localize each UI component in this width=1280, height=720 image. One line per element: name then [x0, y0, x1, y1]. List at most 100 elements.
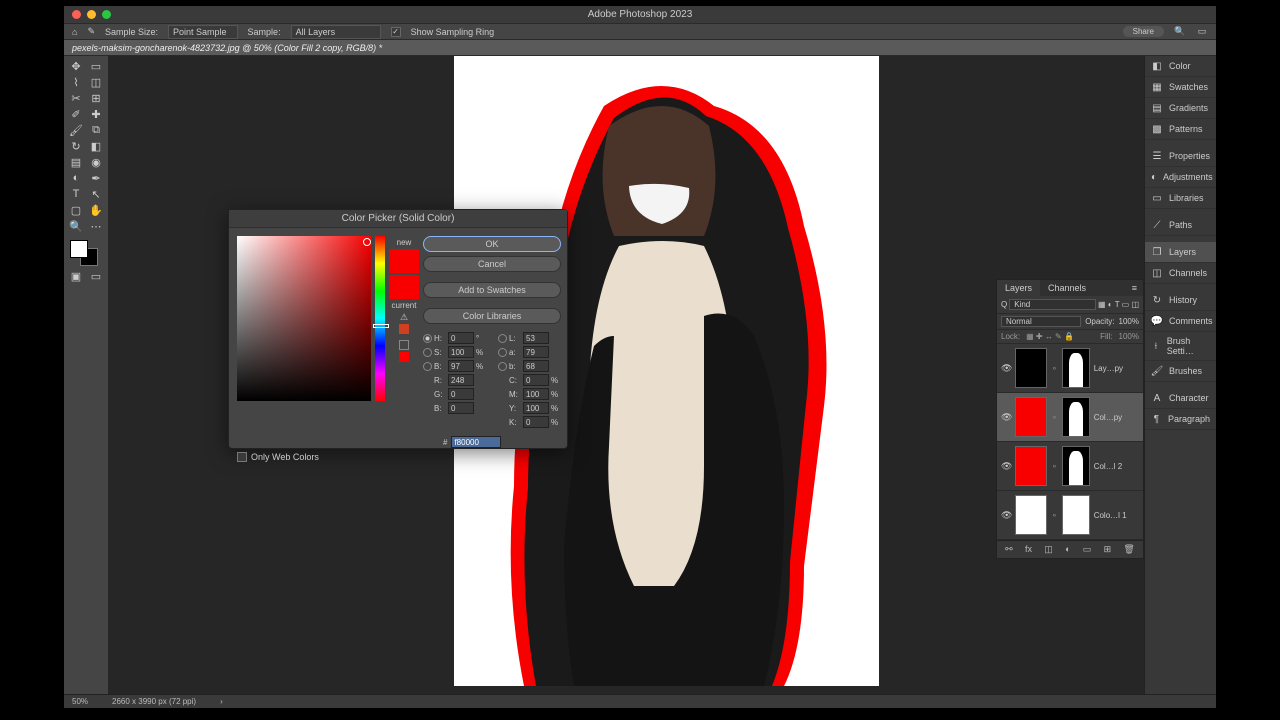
- tab-channels[interactable]: Channels: [1040, 280, 1094, 296]
- filter-kind-dropdown[interactable]: Kind: [1009, 299, 1096, 310]
- selection-tool-icon[interactable]: ◫: [86, 74, 106, 90]
- quickmask-icon[interactable]: ▣: [66, 268, 86, 284]
- visibility-toggle-icon[interactable]: 👁: [1001, 412, 1011, 423]
- dock-libraries[interactable]: ▭Libraries: [1145, 188, 1216, 209]
- eraser-tool-icon[interactable]: ◧: [86, 138, 106, 154]
- color-field[interactable]: [237, 236, 371, 401]
- filter-icons[interactable]: ▦ ◐ T ▭ ◫: [1098, 300, 1139, 309]
- blend-mode-dropdown[interactable]: Normal: [1001, 316, 1081, 327]
- layer-row[interactable]: 👁 ⚬ Colo…l 1: [997, 491, 1143, 540]
- layer-thumbnail[interactable]: [1015, 446, 1047, 486]
- k-input[interactable]: [523, 416, 549, 428]
- bv-input[interactable]: [448, 360, 474, 372]
- screenmode-icon[interactable]: ▭: [86, 268, 106, 284]
- color-field-cursor[interactable]: [363, 238, 371, 246]
- layer-mask-thumbnail[interactable]: [1062, 397, 1090, 437]
- eyedropper-tool-icon[interactable]: ✐: [66, 106, 86, 122]
- gamut-warning-icon[interactable]: ⚠: [398, 312, 410, 322]
- layer-name[interactable]: Col…l 2: [1094, 462, 1122, 471]
- hue-cursor[interactable]: [373, 324, 389, 328]
- layer-mask-thumbnail[interactable]: [1062, 446, 1090, 486]
- canvas-area[interactable]: Color Picker (Solid Color) new current ⚠: [108, 56, 1144, 694]
- dock-brushes[interactable]: 🖌Brushes: [1145, 361, 1216, 382]
- dock-paragraph[interactable]: ¶Paragraph: [1145, 409, 1216, 430]
- path-tool-icon[interactable]: ↖: [86, 186, 106, 202]
- cancel-button[interactable]: Cancel: [423, 256, 561, 272]
- websafe-swatch[interactable]: [399, 352, 409, 362]
- lasso-tool-icon[interactable]: ⌇: [66, 74, 86, 90]
- hex-input[interactable]: [451, 436, 501, 448]
- y-input[interactable]: [523, 402, 549, 414]
- home-icon[interactable]: ⌂: [72, 27, 77, 37]
- layer-name[interactable]: Lay…py: [1094, 364, 1123, 373]
- l-input[interactable]: [523, 332, 549, 344]
- dock-paths[interactable]: ⟋Paths: [1145, 215, 1216, 236]
- visibility-toggle-icon[interactable]: 👁: [1001, 461, 1011, 472]
- a-input[interactable]: [523, 346, 549, 358]
- hue-slider[interactable]: [375, 236, 385, 401]
- current-color-swatch[interactable]: [389, 275, 419, 299]
- brush-tool-icon[interactable]: 🖌: [66, 122, 86, 138]
- status-chevron-icon[interactable]: ›: [220, 697, 223, 706]
- healing-tool-icon[interactable]: ✚: [86, 106, 106, 122]
- c-input[interactable]: [523, 374, 549, 386]
- blur-tool-icon[interactable]: ◉: [86, 154, 106, 170]
- layer-thumbnail[interactable]: [1015, 397, 1047, 437]
- move-tool-icon[interactable]: ✥: [66, 58, 86, 74]
- panel-menu-icon[interactable]: ≡: [1126, 280, 1143, 296]
- l-radio[interactable]: [498, 334, 507, 343]
- history-brush-icon[interactable]: ↻: [66, 138, 86, 154]
- r-input[interactable]: [448, 374, 474, 386]
- dock-channels[interactable]: ◫Channels: [1145, 263, 1216, 284]
- zoom-level[interactable]: 50%: [72, 697, 88, 706]
- layer-row[interactable]: 👁 ⚬ Lay…py: [997, 344, 1143, 393]
- dodge-tool-icon[interactable]: ◐: [66, 170, 86, 186]
- s-input[interactable]: [448, 346, 474, 358]
- foreground-background-colors[interactable]: [66, 238, 106, 268]
- eyedropper-tool-icon[interactable]: ✎: [87, 26, 95, 37]
- websafe-warning-icon[interactable]: [399, 340, 409, 350]
- dock-gradients[interactable]: ▤Gradients: [1145, 98, 1216, 119]
- dock-layers[interactable]: ❐Layers: [1145, 242, 1216, 263]
- lock-icons[interactable]: ▦ ✚ ↔ ✎ 🔒: [1026, 332, 1074, 341]
- shape-tool-icon[interactable]: ▢: [66, 202, 86, 218]
- dock-patterns[interactable]: ▩Patterns: [1145, 119, 1216, 140]
- layer-row[interactable]: 👁 ⚬ Col…py: [997, 393, 1143, 442]
- sample-dropdown[interactable]: All Layers: [291, 25, 381, 39]
- adjustment-layer-icon[interactable]: ◐: [1065, 544, 1070, 555]
- layer-thumbnail[interactable]: [1015, 348, 1047, 388]
- layer-mask-icon[interactable]: ◫: [1044, 544, 1053, 555]
- crop-tool-icon[interactable]: ✂: [66, 90, 86, 106]
- b2-input[interactable]: [523, 360, 549, 372]
- frame-tool-icon[interactable]: ⊞: [86, 90, 106, 106]
- more-tools-icon[interactable]: ⋯: [86, 218, 106, 234]
- web-colors-checkbox[interactable]: [237, 452, 247, 462]
- layer-style-icon[interactable]: fx: [1025, 544, 1032, 555]
- layer-thumbnail[interactable]: [1015, 495, 1047, 535]
- h-input[interactable]: [448, 332, 474, 344]
- hand-tool-icon[interactable]: ✋: [86, 202, 106, 218]
- marquee-tool-icon[interactable]: ▭: [86, 58, 106, 74]
- gamut-swatch[interactable]: [399, 324, 409, 334]
- visibility-toggle-icon[interactable]: 👁: [1001, 363, 1011, 374]
- zoom-tool-icon[interactable]: 🔍: [66, 218, 86, 234]
- bb-input[interactable]: [448, 402, 474, 414]
- foreground-color[interactable]: [70, 240, 88, 258]
- tab-layers[interactable]: Layers: [997, 280, 1040, 296]
- dock-comments[interactable]: 💬Comments: [1145, 311, 1216, 332]
- g-input[interactable]: [448, 388, 474, 400]
- type-tool-icon[interactable]: T: [66, 186, 86, 202]
- dock-properties[interactable]: ☰Properties: [1145, 146, 1216, 167]
- search-icon[interactable]: 🔍: [1174, 26, 1186, 38]
- share-button[interactable]: Share: [1123, 26, 1164, 37]
- dock-adjustments[interactable]: ◐Adjustments: [1145, 167, 1216, 188]
- delete-layer-icon[interactable]: 🗑: [1123, 544, 1134, 555]
- show-sampling-ring-checkbox[interactable]: [391, 27, 401, 37]
- a-radio[interactable]: [498, 348, 507, 357]
- color-libraries-button[interactable]: Color Libraries: [423, 308, 561, 324]
- b2-radio[interactable]: [498, 362, 507, 371]
- h-radio[interactable]: [423, 334, 432, 343]
- add-to-swatches-button[interactable]: Add to Swatches: [423, 282, 561, 298]
- group-icon[interactable]: ▭: [1083, 544, 1092, 555]
- layer-name[interactable]: Colo…l 1: [1094, 511, 1127, 520]
